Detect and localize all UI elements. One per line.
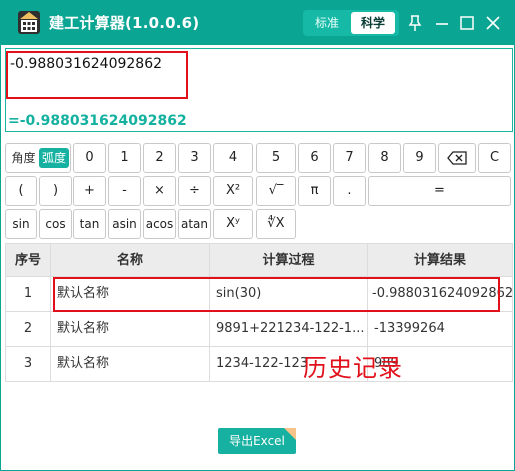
row-2-index[interactable]: 2 bbox=[5, 311, 51, 347]
export-excel-button[interactable]: 导出Excel bbox=[218, 428, 296, 454]
column-header-result: 计算结果 bbox=[367, 243, 513, 277]
key-pi[interactable]: π bbox=[298, 176, 331, 206]
key-plus[interactable]: + bbox=[73, 176, 106, 206]
key-power[interactable]: Xʸ bbox=[213, 209, 253, 239]
key-3[interactable]: 3 bbox=[178, 143, 211, 173]
row-2-result[interactable]: -13399264 bbox=[367, 311, 513, 347]
maximize-icon[interactable] bbox=[458, 14, 476, 32]
key-4[interactable]: 4 bbox=[213, 143, 253, 173]
column-header-process: 计算过程 bbox=[209, 243, 368, 277]
row-2-name[interactable]: 默认名称 bbox=[50, 311, 210, 347]
annotation-box-history-row bbox=[53, 277, 500, 312]
key-divide[interactable]: ÷ bbox=[178, 176, 211, 206]
clear-key[interactable]: C bbox=[478, 143, 511, 173]
window-title: 建工计算器(1.0.0.6) bbox=[49, 14, 200, 32]
key-nth-root[interactable]: ∜X bbox=[256, 209, 296, 239]
key-minus[interactable]: - bbox=[108, 176, 141, 206]
angle-degree-option[interactable]: 角度 bbox=[9, 148, 38, 168]
pin-icon[interactable] bbox=[406, 14, 424, 32]
result-text: =-0.988031624092862 bbox=[8, 113, 187, 129]
corner-flag-icon bbox=[284, 428, 296, 440]
mode-scientific-tab[interactable]: 科学 bbox=[351, 12, 395, 34]
annotation-history-label: 历史记录 bbox=[303, 354, 403, 382]
mode-switch: 标准 科学 bbox=[303, 10, 399, 36]
expression-text: -0.988031624092862 bbox=[10, 56, 163, 72]
calculator-window: 建工计算器(1.0.0.6) 标准 科学 -0.988031624092862 … bbox=[0, 0, 515, 471]
minimize-icon[interactable] bbox=[433, 14, 451, 32]
row-2-process[interactable]: 9891+221234-122-1... bbox=[209, 311, 368, 347]
backspace-icon bbox=[447, 151, 467, 165]
app-logo-icon bbox=[18, 11, 40, 34]
key-8[interactable]: 8 bbox=[368, 143, 401, 173]
key-sin[interactable]: sin bbox=[5, 209, 37, 239]
column-header-index: 序号 bbox=[5, 243, 51, 277]
angle-radian-option[interactable]: 弧度 bbox=[39, 148, 69, 168]
key-sqrt[interactable]: √‾ bbox=[256, 176, 296, 206]
key-multiply[interactable]: × bbox=[143, 176, 176, 206]
backspace-key[interactable] bbox=[438, 143, 476, 173]
key-7[interactable]: 7 bbox=[333, 143, 366, 173]
key-acos[interactable]: acos bbox=[143, 209, 176, 239]
key-square[interactable]: X² bbox=[213, 176, 253, 206]
key-0[interactable]: 0 bbox=[73, 143, 106, 173]
key-tan[interactable]: tan bbox=[73, 209, 106, 239]
row-3-name[interactable]: 默认名称 bbox=[50, 346, 210, 382]
key-5[interactable]: 5 bbox=[256, 143, 296, 173]
mode-standard-tab[interactable]: 标准 bbox=[305, 12, 349, 34]
key-equals[interactable]: = bbox=[368, 176, 511, 206]
key-open-paren[interactable]: ( bbox=[5, 176, 37, 206]
row-3-index[interactable]: 3 bbox=[5, 346, 51, 382]
title-bar: 建工计算器(1.0.0.6) 标准 科学 bbox=[1, 1, 514, 45]
key-atan[interactable]: atan bbox=[178, 209, 211, 239]
export-excel-label: 导出Excel bbox=[229, 434, 285, 448]
display-panel: -0.988031624092862 =-0.988031624092862 bbox=[5, 48, 513, 132]
angle-mode-toggle: 角度 弧度 bbox=[5, 143, 71, 173]
column-header-name: 名称 bbox=[50, 243, 210, 277]
key-asin[interactable]: asin bbox=[108, 209, 141, 239]
key-6[interactable]: 6 bbox=[298, 143, 331, 173]
key-cos[interactable]: cos bbox=[39, 209, 72, 239]
key-2[interactable]: 2 bbox=[143, 143, 176, 173]
key-decimal[interactable]: . bbox=[333, 176, 366, 206]
key-close-paren[interactable]: ) bbox=[39, 176, 72, 206]
row-1-index[interactable]: 1 bbox=[5, 276, 51, 312]
key-9[interactable]: 9 bbox=[403, 143, 436, 173]
close-icon[interactable] bbox=[484, 14, 502, 32]
key-1[interactable]: 1 bbox=[108, 143, 141, 173]
